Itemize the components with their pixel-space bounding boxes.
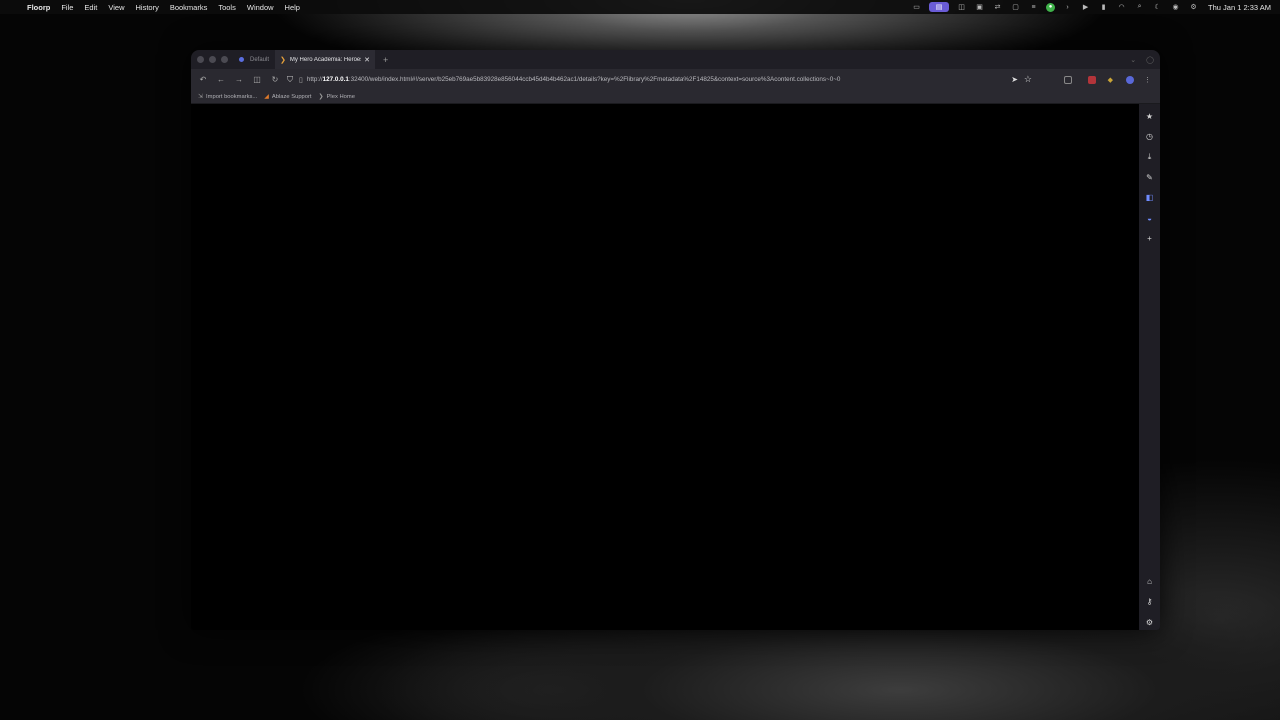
zoom-window-button[interactable] bbox=[221, 56, 228, 63]
bookmark-plex[interactable]: ❯ Plex Home bbox=[318, 93, 355, 101]
menu-view[interactable]: View bbox=[108, 3, 124, 12]
menu-file[interactable]: File bbox=[61, 3, 73, 12]
import-icon: ⇲ bbox=[198, 94, 204, 100]
window-icon[interactable]: ▢ bbox=[1010, 3, 1021, 12]
bookmark-plex-label: Plex Home bbox=[326, 93, 355, 100]
menu-help[interactable]: Help bbox=[285, 3, 300, 12]
plex-icon: ❯ bbox=[318, 94, 324, 100]
tab-default-label: Default bbox=[250, 56, 270, 63]
minimize-window-button[interactable] bbox=[209, 56, 216, 63]
ext-yellow[interactable]: ◆ bbox=[1108, 69, 1113, 90]
menu-window[interactable]: Window bbox=[247, 3, 274, 12]
menu-tools[interactable]: Tools bbox=[218, 3, 236, 12]
forward-button[interactable]: → bbox=[230, 75, 248, 84]
ext-blue[interactable] bbox=[1126, 69, 1134, 90]
screen-record-icon[interactable]: ▭ bbox=[911, 3, 922, 12]
app-menu: Floorp File Edit View History Bookmarks … bbox=[27, 3, 311, 12]
control-center-icon[interactable]: ⚙ bbox=[1188, 3, 1199, 12]
stage-manager-icon[interactable]: ▤ bbox=[929, 2, 950, 12]
container-square-icon bbox=[1064, 75, 1072, 84]
sidebar-bookmarks-icon[interactable]: ★ bbox=[1139, 112, 1160, 121]
battery-icon[interactable]: ▮ bbox=[1098, 3, 1109, 12]
menu-lines-icon[interactable]: ≡ bbox=[1028, 3, 1039, 12]
tab-list-icon[interactable]: ⌄ bbox=[1130, 56, 1136, 64]
bookmark-ablaze[interactable]: ◢ Ablaze Support bbox=[264, 93, 312, 101]
extension-red-icon bbox=[1088, 75, 1096, 84]
menu-bookmarks[interactable]: Bookmarks bbox=[170, 3, 208, 12]
url-rest: :32400/web/index.html#!/server/b25eb769a… bbox=[348, 76, 841, 83]
search-icon[interactable]: ⌕ bbox=[1134, 3, 1145, 12]
tab-bar-controls: ⌄ ◯ bbox=[1120, 50, 1154, 69]
tab-active[interactable]: ❯ My Hero Academia: Heroes Rising ✕ bbox=[275, 50, 376, 69]
shield-icon[interactable]: ⛉ bbox=[287, 75, 293, 85]
tab-close-icon[interactable]: ✕ bbox=[364, 56, 370, 64]
chevron-right-icon[interactable]: › bbox=[1062, 3, 1073, 12]
reload-button[interactable]: ↻ bbox=[266, 75, 284, 84]
url-prefix: http:// bbox=[306, 76, 323, 83]
container-icon bbox=[239, 57, 244, 62]
status-green-icon[interactable]: ● bbox=[1046, 2, 1056, 12]
sidebar-translate-icon[interactable]: ◧ bbox=[1139, 193, 1160, 202]
sidebar-settings-icon[interactable]: ⚙ bbox=[1139, 618, 1160, 627]
menu-app-name[interactable]: Floorp bbox=[27, 3, 50, 12]
kebab-menu-icon: ⋮ bbox=[1144, 76, 1151, 84]
sidebar-web-panel-icon[interactable]: ◒ bbox=[1139, 214, 1160, 223]
sidebar-history-icon[interactable]: ◷ bbox=[1139, 132, 1160, 141]
url-bar[interactable]: ⛉ ▯ http://127.0.0.1:32400/web/index.htm… bbox=[287, 72, 1032, 87]
menubar-tray: ▭ ▤ ◫ ▣ ⇄ ▢ ≡ ● › ▶ ▮ ◠ ⌕ ☾ ◉ ⚙ Thu Jan … bbox=[904, 0, 1271, 14]
page-content[interactable] bbox=[191, 104, 1139, 630]
app-tray-icon[interactable]: ▣ bbox=[974, 3, 985, 12]
menubar: Floorp File Edit View History Bookmarks … bbox=[0, 0, 1280, 14]
undo-close-icon[interactable]: ↶ bbox=[194, 75, 212, 84]
new-tab-button[interactable]: + bbox=[383, 55, 388, 65]
sidebar-add-icon[interactable]: + bbox=[1139, 234, 1160, 243]
sidebar-notes-icon[interactable]: ✎ bbox=[1139, 173, 1160, 182]
account-icon[interactable]: ◯ bbox=[1146, 56, 1154, 64]
ablaze-icon: ◢ bbox=[264, 94, 269, 100]
plex-favicon-icon: ❯ bbox=[280, 56, 286, 64]
menu-history[interactable]: History bbox=[135, 3, 158, 12]
browser-window: Default ❯ My Hero Academia: Heroes Risin… bbox=[191, 50, 1160, 630]
menu-edit[interactable]: Edit bbox=[84, 3, 97, 12]
window-controls bbox=[197, 56, 233, 63]
sidebar-downloads-icon[interactable]: ⤓ bbox=[1139, 152, 1160, 162]
bookmark-star-icon[interactable]: ☆ bbox=[1024, 74, 1032, 85]
browser-sidebar: ★ ◷ ⤓ ✎ ◧ ◒ + ⌂ ⚷ ⚙ bbox=[1139, 104, 1160, 630]
bookmark-import[interactable]: ⇲ Import bookmarks... bbox=[198, 93, 258, 101]
display-icon[interactable]: ◫ bbox=[956, 3, 967, 12]
menu-button[interactable]: ⋮ bbox=[1144, 69, 1151, 90]
url-host: 127.0.0.1 bbox=[322, 76, 349, 83]
profile-avatar-icon bbox=[1126, 75, 1134, 84]
sidebar-key-icon[interactable]: ⚷ bbox=[1139, 597, 1160, 606]
nav-bar: ↶ ← → ◫ ↻ ⛉ ▯ http://127.0.0.1:32400/web… bbox=[191, 69, 1160, 90]
wifi-icon[interactable]: ◠ bbox=[1116, 3, 1127, 12]
tab-active-title: My Hero Academia: Heroes Rising bbox=[289, 56, 361, 63]
back-button[interactable]: ← bbox=[212, 75, 230, 84]
tab-bar: Default ❯ My Hero Academia: Heroes Risin… bbox=[191, 50, 1160, 69]
bookmark-import-label: Import bookmarks... bbox=[206, 93, 258, 100]
shuffle-icon[interactable]: ⇄ bbox=[992, 3, 1003, 12]
send-icon[interactable]: ➤ bbox=[1011, 75, 1018, 84]
extension-leaf-icon: ◆ bbox=[1107, 76, 1113, 84]
bookmarks-toolbar: ⇲ Import bookmarks... ◢ Ablaze Support ❯… bbox=[191, 90, 1160, 104]
ext-red[interactable] bbox=[1088, 69, 1096, 90]
menubar-clock[interactable]: Thu Jan 1 2:33 AM bbox=[1208, 3, 1271, 12]
play-icon[interactable]: ▶ bbox=[1080, 3, 1091, 12]
page-info-icon[interactable]: ▯ bbox=[299, 76, 303, 84]
user-icon[interactable]: ◉ bbox=[1170, 3, 1181, 12]
browser-chrome: Default ❯ My Hero Academia: Heroes Risin… bbox=[191, 50, 1160, 104]
bookmark-ablaze-label: Ablaze Support bbox=[271, 93, 312, 100]
moon-icon[interactable]: ☾ bbox=[1152, 3, 1163, 12]
sidebar-toggle-icon[interactable]: ◫ bbox=[248, 75, 266, 84]
sidebar-workspace-icon[interactable]: ⌂ bbox=[1139, 577, 1160, 586]
tab-default[interactable]: Default bbox=[233, 50, 275, 69]
ext-container[interactable] bbox=[1064, 69, 1072, 90]
close-window-button[interactable] bbox=[197, 56, 204, 63]
